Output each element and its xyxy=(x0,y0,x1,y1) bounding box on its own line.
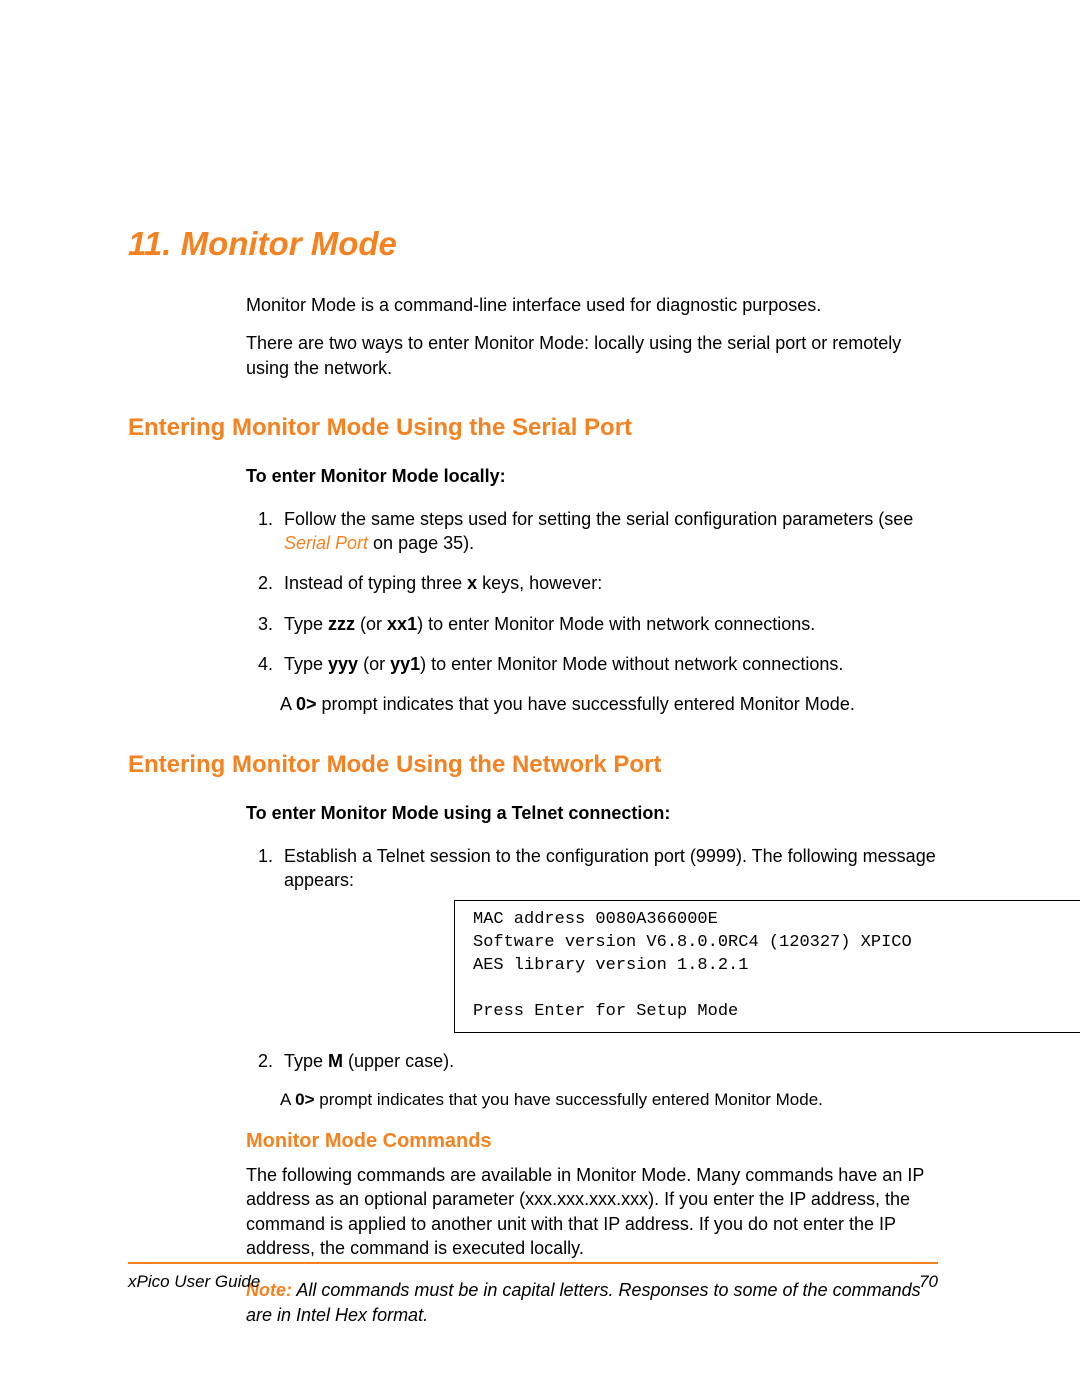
intro-p2: There are two ways to enter Monitor Mode… xyxy=(246,331,938,380)
section3-heading: Monitor Mode Commands xyxy=(246,1130,938,1153)
page-content: 11. Monitor Mode Monitor Mode is a comma… xyxy=(128,0,938,1327)
bold-m: M xyxy=(328,1051,343,1071)
footer-rule xyxy=(128,1262,938,1264)
bold-yy1: yy1 xyxy=(390,654,420,674)
step-text: Type xyxy=(284,614,328,634)
bold-zzz: zzz xyxy=(328,614,355,634)
serial-port-link[interactable]: Serial Port xyxy=(284,533,368,553)
step-text: (or xyxy=(358,654,390,674)
page-number: 70 xyxy=(919,1272,938,1292)
telnet-output: MAC address 0080A366000E Software versio… xyxy=(454,900,1080,1033)
step-text: (upper case). xyxy=(343,1051,454,1071)
result-text: A xyxy=(280,1090,295,1109)
footer-title: xPico User Guide xyxy=(128,1272,260,1292)
section1-subhead: To enter Monitor Mode locally: xyxy=(246,466,938,487)
bold-prompt: 0> xyxy=(296,694,317,714)
list-item: Follow the same steps used for setting t… xyxy=(278,507,938,556)
intro-block: Monitor Mode is a command-line interface… xyxy=(246,293,938,380)
bold-xx1: xx1 xyxy=(387,614,417,634)
list-item: Type zzz (or xx1) to enter Monitor Mode … xyxy=(278,612,938,636)
list-item: Type M (upper case). xyxy=(278,1049,938,1073)
list-item: Instead of typing three x keys, however: xyxy=(278,571,938,595)
bold-x: x xyxy=(467,573,477,593)
step-text: (or xyxy=(355,614,387,634)
section3-para: The following commands are available in … xyxy=(246,1163,938,1260)
result-text: prompt indicates that you have successfu… xyxy=(317,694,855,714)
bold-prompt: 0> xyxy=(295,1090,314,1109)
list-item: Type yyy (or yy1) to enter Monitor Mode … xyxy=(278,652,938,676)
section1-heading: Entering Monitor Mode Using the Serial P… xyxy=(128,414,938,442)
section2-steps: Establish a Telnet session to the config… xyxy=(246,844,938,1074)
step-text: Instead of typing three xyxy=(284,573,467,593)
section2-result: A 0> prompt indicates that you have succ… xyxy=(280,1089,938,1112)
section1-result: A 0> prompt indicates that you have succ… xyxy=(280,692,938,716)
section2-subhead: To enter Monitor Mode using a Telnet con… xyxy=(246,803,938,824)
section2-heading: Entering Monitor Mode Using the Network … xyxy=(128,751,938,779)
intro-p1: Monitor Mode is a command-line interface… xyxy=(246,293,938,317)
step-text: Establish a Telnet session to the config… xyxy=(284,846,936,890)
chapter-title: 11. Monitor Mode xyxy=(128,225,938,263)
step-text: ) to enter Monitor Mode without network … xyxy=(420,654,843,674)
section1-steps: Follow the same steps used for setting t… xyxy=(246,507,938,676)
result-text: prompt indicates that you have successfu… xyxy=(315,1090,823,1109)
step-text: ) to enter Monitor Mode with network con… xyxy=(417,614,815,634)
step-text: on page 35). xyxy=(368,533,474,553)
page-footer: xPico User Guide 70 xyxy=(128,1272,938,1292)
list-item: Establish a Telnet session to the config… xyxy=(278,844,938,1033)
step-text: Follow the same steps used for setting t… xyxy=(284,509,913,529)
bold-yyy: yyy xyxy=(328,654,358,674)
result-text: A xyxy=(280,694,296,714)
step-text: Type xyxy=(284,654,328,674)
step-text: keys, however: xyxy=(477,573,602,593)
step-text: Type xyxy=(284,1051,328,1071)
